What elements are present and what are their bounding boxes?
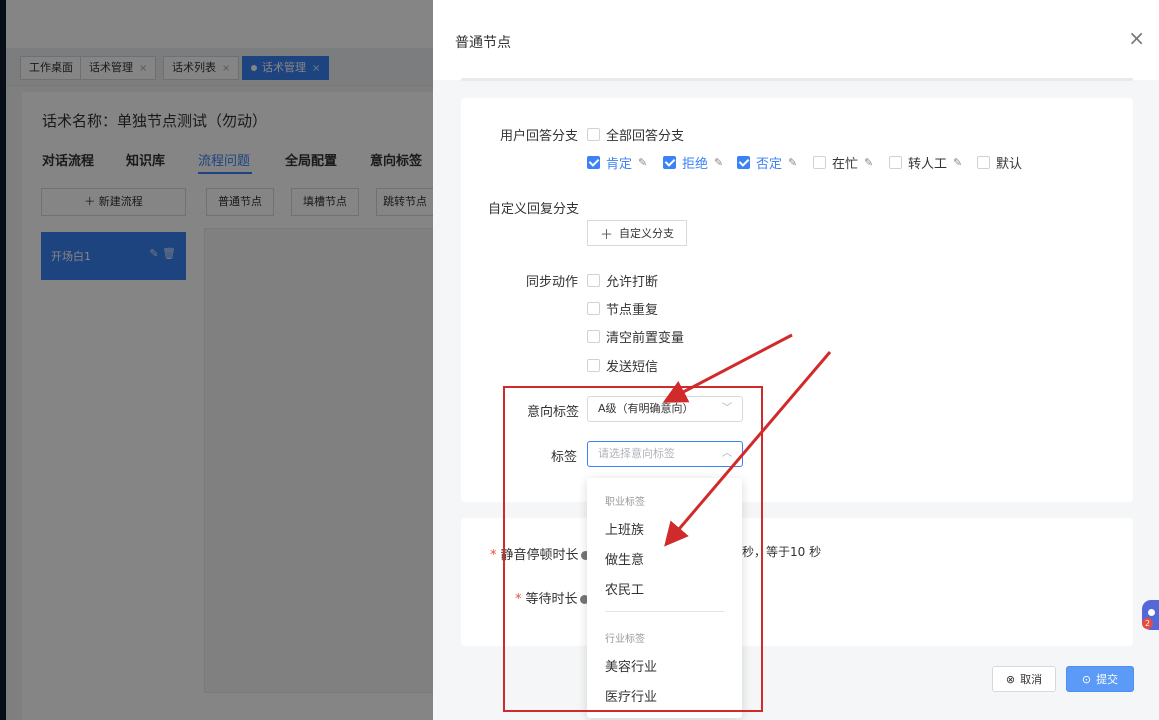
checkbox-clear-variables[interactable]: 清空前置变量 [587, 327, 684, 346]
silence-pause-suffix: 秒，等于10 秒 [742, 545, 822, 559]
checkbox-checked-icon [587, 156, 600, 169]
checkbox-default[interactable]: 默认 [977, 153, 1022, 172]
edit-icon[interactable]: ✎ [953, 156, 962, 169]
cancel-button[interactable]: ⊗ 取消 [992, 666, 1056, 692]
check-circle-icon: ⊙ [1081, 672, 1092, 686]
dropdown-option[interactable]: 美容行业 [605, 656, 657, 675]
checkbox-busy[interactable]: 在忙 ✎ [813, 153, 873, 172]
checkbox-all-branches[interactable]: 全部回答分支 [587, 125, 684, 144]
chevron-down-icon: ﹀ [722, 403, 732, 414]
dropdown-option[interactable]: 做生意 [605, 549, 644, 568]
dropdown-option[interactable]: 上班族 [605, 519, 644, 538]
notification-badge: 2 [1142, 618, 1153, 629]
checkbox-icon [889, 156, 902, 169]
drawer-title: 普通节点 [455, 35, 511, 51]
dropdown-group-industry: 行业标签 [605, 634, 645, 645]
checkbox-icon [587, 274, 600, 287]
assistant-icon [1148, 609, 1155, 616]
chevron-up-icon: ︿ [722, 448, 732, 459]
edit-icon[interactable]: ✎ [714, 156, 723, 169]
dropdown-option[interactable]: 农民工 [605, 579, 644, 598]
edit-icon[interactable]: ✎ [788, 156, 797, 169]
sync-action-label: 同步动作 [526, 275, 579, 290]
add-custom-branch-button[interactable]: ＋自定义分支 [587, 220, 687, 246]
edit-icon[interactable]: ✎ [864, 156, 873, 169]
modal-mask[interactable] [0, 0, 433, 720]
floating-assistant[interactable]: 2 [1142, 600, 1159, 630]
required-mark: * [490, 548, 497, 563]
wait-time-label: * 等待时长 [515, 588, 589, 607]
checkbox-icon [587, 302, 600, 315]
required-mark: * [515, 592, 522, 607]
checkbox-icon [813, 156, 826, 169]
dropdown-divider [605, 611, 724, 612]
checkbox-icon [587, 128, 600, 141]
header-divider [461, 78, 1133, 81]
checkbox-allow-interrupt[interactable]: 允许打断 [587, 271, 658, 290]
submit-button[interactable]: ⊙ 提交 [1066, 666, 1134, 692]
drawer-header: 普通节点 × [433, 0, 1159, 81]
user-reply-branch-label: 用户回答分支 [500, 129, 579, 144]
checkbox-icon [587, 330, 600, 343]
close-icon[interactable]: × [1128, 28, 1145, 48]
checkbox-checked-icon [737, 156, 750, 169]
edit-icon[interactable]: ✎ [638, 156, 647, 169]
cancel-circle-icon: ⊗ [1005, 672, 1016, 686]
node-drawer: 普通节点 × [433, 0, 1159, 720]
intent-tag-select[interactable]: A级（有明确意向） ﹀ [587, 396, 743, 422]
checkbox-send-sms[interactable]: 发送短信 [587, 356, 658, 375]
checkbox-refuse[interactable]: 拒绝 ✎ [663, 153, 723, 172]
dropdown-option[interactable]: 医疗行业 [605, 686, 657, 705]
checkbox-transfer-human[interactable]: 转人工 ✎ [889, 153, 962, 172]
checkbox-checked-icon [663, 156, 676, 169]
checkbox-icon [587, 359, 600, 372]
tag-select[interactable]: 请选择意向标签 ︿ [587, 441, 743, 467]
plus-icon: ＋ [599, 227, 613, 243]
checkbox-icon [977, 156, 990, 169]
silence-pause-label: * 静音停顿时长 [490, 544, 590, 563]
tag-label: 标签 [551, 450, 578, 465]
tag-dropdown: 职业标签 上班族 做生意 农民工 行业标签 美容行业 医疗行业 [587, 478, 742, 718]
intent-tag-label: 意向标签 [527, 405, 580, 420]
timing-config-section [461, 518, 1133, 646]
checkbox-node-repeat[interactable]: 节点重复 [587, 299, 658, 318]
dropdown-group-occupation: 职业标签 [605, 497, 645, 508]
checkbox-deny[interactable]: 否定 ✎ [737, 153, 797, 172]
checkbox-affirm[interactable]: 肯定 ✎ [587, 153, 647, 172]
custom-reply-branch-label: 自定义回复分支 [488, 202, 580, 217]
